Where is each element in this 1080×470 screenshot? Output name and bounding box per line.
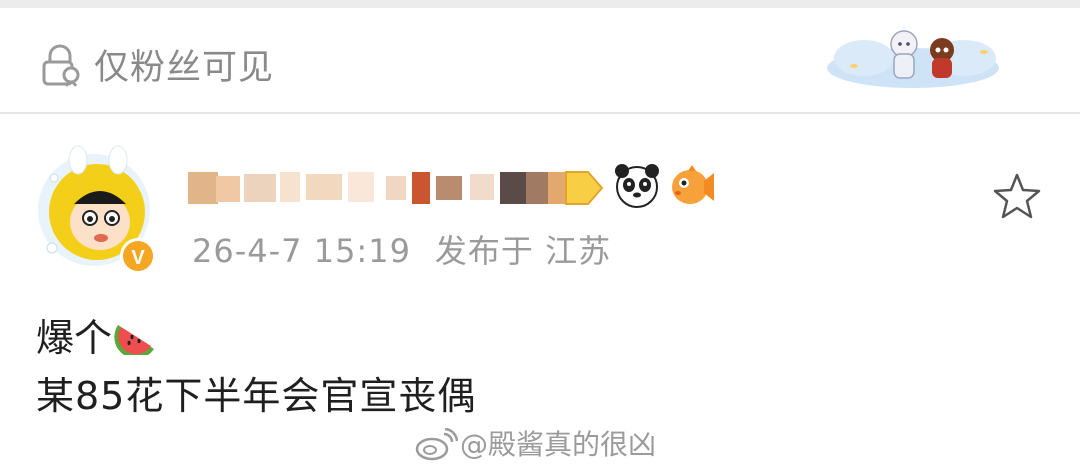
- location: 发布于 江苏: [434, 232, 612, 270]
- star-icon[interactable]: [990, 170, 1044, 224]
- visibility-label: 仅粉丝可见: [94, 48, 275, 88]
- post-meta: 26-4-7 15:19 发布于 江苏: [192, 228, 611, 274]
- watermelon-icon: [114, 325, 155, 355]
- svg-text:V: V: [131, 247, 145, 269]
- timestamp: 26-4-7 15:19: [192, 232, 411, 270]
- username-obscured[interactable]: [188, 166, 608, 210]
- panda-badge-icon: [615, 164, 659, 208]
- weibo-logo-icon: [415, 428, 458, 461]
- avatar[interactable]: V: [34, 138, 160, 278]
- watermark-text: @殿酱真的很凶: [460, 428, 657, 461]
- top-strip: [0, 0, 1080, 8]
- fish-badge-icon: [672, 165, 714, 204]
- visibility-row: 仅粉丝可见: [0, 8, 1080, 112]
- cartoon-sticker-icon: [827, 30, 999, 88]
- post-text-line2: 某85花下半年会官宣丧偶: [36, 374, 477, 418]
- lock-person-icon: [42, 44, 80, 87]
- divider: [0, 112, 1080, 114]
- post-text-line1: 爆个: [36, 312, 158, 364]
- post-line1-text: 爆个: [36, 316, 113, 360]
